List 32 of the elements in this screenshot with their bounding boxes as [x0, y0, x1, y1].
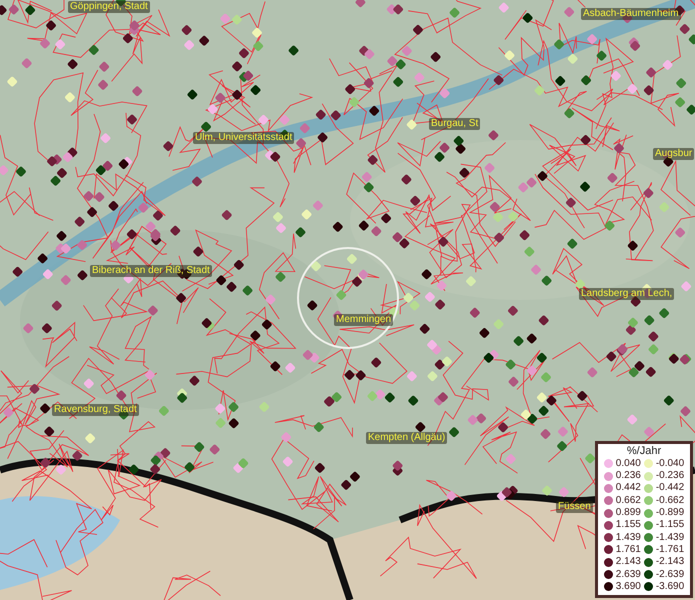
legend-value: 0.662 [616, 494, 641, 507]
legend-value: -0.040 [656, 458, 684, 470]
legend-value: -1.439 [656, 532, 684, 544]
place-label: Landsberg am Lech, [579, 288, 674, 300]
legend-value: 0.040 [616, 458, 641, 470]
place-label: Ravensburg, Stadt [52, 404, 139, 416]
legend-value: -0.236 [656, 470, 684, 482]
legend-value: 2.639 [616, 568, 641, 581]
place-label: Kempten (Allgäu) [366, 432, 448, 444]
legend-value: -2.639 [656, 568, 684, 581]
legend-value: -0.662 [656, 494, 684, 507]
place-label: Asbach-Bäumenheim [581, 8, 681, 20]
legend-value: 0.442 [616, 482, 641, 494]
legend-value: 1.439 [616, 532, 641, 544]
place-label: Memmingen [334, 314, 394, 326]
legend-value: 3.690 [616, 580, 641, 593]
legend-title: %/Jahr [626, 444, 662, 458]
place-label: Ulm, Universitätsstadt [193, 132, 294, 144]
legend-value: -1.761 [656, 544, 684, 556]
place-label: Burgau, St [429, 118, 480, 130]
legend-value: 0.899 [616, 507, 641, 520]
legend-value: -3.690 [656, 580, 684, 593]
legend-value: 1.155 [616, 519, 641, 532]
place-label: Göppingen, Stadt [68, 1, 150, 13]
legend-value: 1.761 [616, 544, 641, 556]
legend-value: 2.143 [616, 556, 641, 568]
place-label: Augsbur [653, 148, 694, 160]
legend-value: 0.236 [616, 470, 641, 482]
legend-value: -0.442 [656, 482, 684, 494]
legend-value: -2.143 [656, 556, 684, 568]
legend-value: -1.155 [656, 519, 684, 532]
legend-value: -0.899 [656, 507, 684, 520]
